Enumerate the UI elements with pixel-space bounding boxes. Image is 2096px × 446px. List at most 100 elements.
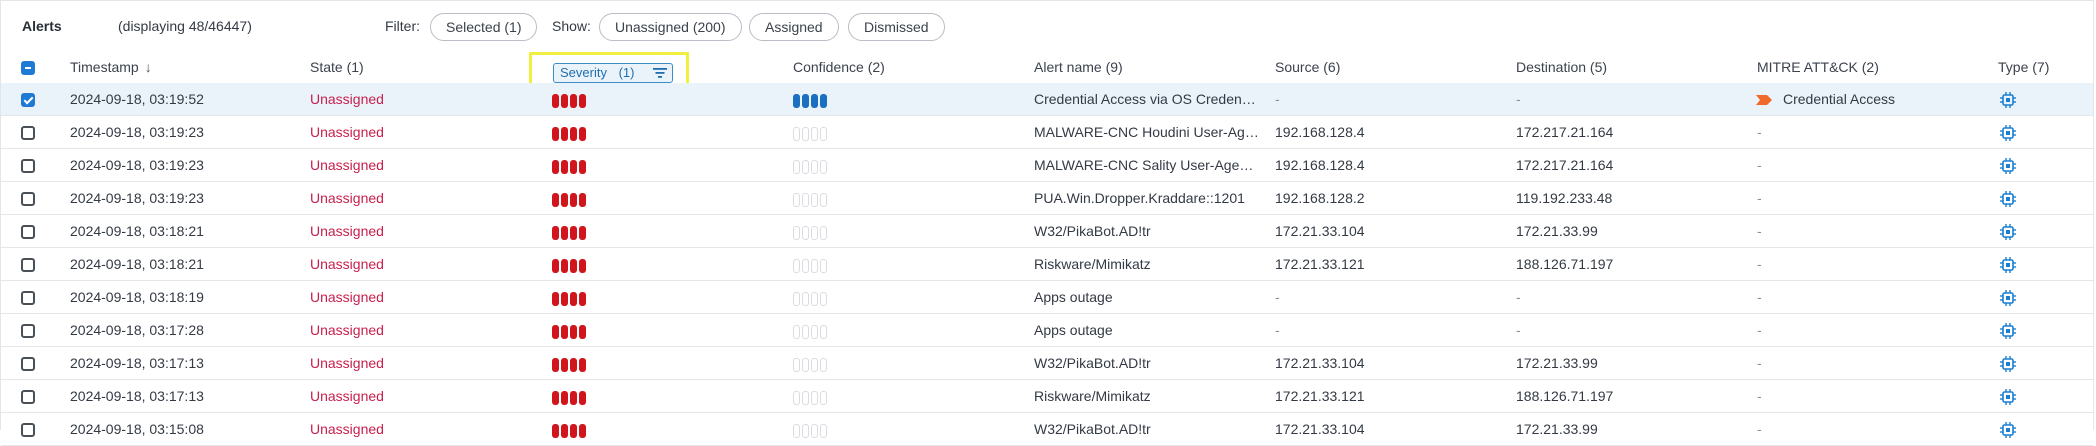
severity-indicator-bar <box>552 292 559 306</box>
cell-timestamp: 2024-09-18, 03:17:28 <box>70 322 204 338</box>
confidence-indicator-bar <box>820 160 827 174</box>
severity-indicator-bar <box>561 292 568 306</box>
severity-indicator <box>552 424 586 438</box>
row-checkbox[interactable] <box>21 225 35 239</box>
table-row[interactable]: 2024-09-18, 03:19:52 Unassigned Credential… <box>1 83 2093 116</box>
table-row[interactable]: 2024-09-18, 03:18:21 Unassigned W32/PikaBo… <box>1 215 2093 248</box>
cell-timestamp: 2024-09-18, 03:18:21 <box>70 256 204 272</box>
alerts-toolbar: Alerts (displaying 48/46447) Filter: Sel… <box>1 0 2093 53</box>
severity-indicator-bar <box>570 391 577 405</box>
table-row[interactable]: 2024-09-18, 03:17:28 Unassigned Apps outag… <box>1 314 2093 347</box>
row-checkbox[interactable] <box>21 192 35 206</box>
chip-icon[interactable] <box>1999 322 2017 340</box>
confidence-indicator-bar <box>811 226 818 240</box>
row-checkbox[interactable] <box>21 423 35 437</box>
chip-icon[interactable] <box>1999 124 2017 142</box>
table-row[interactable]: 2024-09-18, 03:19:23 Unassigned MALWARE-CN… <box>1 149 2093 182</box>
chip-icon[interactable] <box>1999 355 2017 373</box>
severity-indicator-bar <box>579 94 586 108</box>
select-all-checkbox[interactable] <box>21 61 35 75</box>
col-severity-filter-chip[interactable]: Severity (1) <box>553 63 673 83</box>
col-timestamp[interactable]: Timestamp ↓ <box>70 59 152 75</box>
severity-indicator-bar <box>579 292 586 306</box>
chip-icon[interactable] <box>1999 91 2017 109</box>
severity-indicator-bar <box>561 424 568 438</box>
cell-source: 172.21.33.104 <box>1275 355 1365 371</box>
cell-timestamp: 2024-09-18, 03:18:19 <box>70 289 204 305</box>
show-dismissed-pill[interactable]: Dismissed <box>848 13 945 41</box>
cell-mitre: - <box>1757 190 1762 206</box>
cell-destination: 188.126.71.197 <box>1516 256 1614 272</box>
cell-source: - <box>1275 91 1280 107</box>
chip-icon[interactable] <box>1999 157 2017 175</box>
severity-indicator-bar <box>561 358 568 372</box>
confidence-indicator-bar <box>802 94 809 108</box>
confidence-indicator <box>793 259 827 273</box>
cell-destination: 172.217.21.164 <box>1516 157 1614 173</box>
severity-indicator-bar <box>570 160 577 174</box>
severity-indicator <box>552 94 586 108</box>
col-mitre[interactable]: MITRE ATT&CK (2) <box>1757 59 1879 75</box>
table-row[interactable]: 2024-09-18, 03:19:23 Unassigned MALWARE-CN… <box>1 116 2093 149</box>
cell-mitre: - <box>1757 388 1762 404</box>
severity-indicator-bar <box>552 424 559 438</box>
col-confidence[interactable]: Confidence (2) <box>793 59 885 75</box>
chip-icon[interactable] <box>1999 421 2017 439</box>
col-alert-name[interactable]: Alert name (9) <box>1034 59 1123 75</box>
cell-state: Unassigned <box>310 223 384 239</box>
chip-icon[interactable] <box>1999 388 2017 406</box>
confidence-indicator-bar <box>820 94 827 108</box>
table-row[interactable]: 2024-09-18, 03:18:19 Unassigned Apps outag… <box>1 281 2093 314</box>
col-type[interactable]: Type (7) <box>1998 59 2049 75</box>
row-checkbox[interactable] <box>21 357 35 371</box>
chip-icon[interactable] <box>1999 190 2017 208</box>
row-checkbox[interactable] <box>21 324 35 338</box>
filter-icon <box>653 68 667 78</box>
row-checkbox[interactable] <box>21 93 35 107</box>
cell-mitre: - <box>1757 256 1762 272</box>
chip-icon[interactable] <box>1999 289 2017 307</box>
row-checkbox[interactable] <box>21 258 35 272</box>
cell-mitre: - <box>1757 289 1762 305</box>
confidence-indicator-bar <box>811 424 818 438</box>
severity-indicator <box>552 391 586 405</box>
row-checkbox[interactable] <box>21 126 35 140</box>
confidence-indicator-bar <box>793 226 800 240</box>
confidence-indicator-bar <box>793 424 800 438</box>
row-checkbox[interactable] <box>21 159 35 173</box>
chip-icon[interactable] <box>1999 223 2017 241</box>
severity-indicator-bar <box>552 127 559 141</box>
col-state[interactable]: State (1) <box>310 59 364 75</box>
chip-icon[interactable] <box>1999 256 2017 274</box>
col-source[interactable]: Source (6) <box>1275 59 1340 75</box>
cell-state: Unassigned <box>310 322 384 338</box>
cell-alert-name: Apps outage <box>1034 289 1113 305</box>
cell-state: Unassigned <box>310 421 384 437</box>
cell-mitre: Credential Access <box>1783 91 1896 107</box>
severity-indicator <box>552 325 586 339</box>
confidence-indicator <box>793 127 827 141</box>
table-row[interactable]: 2024-09-18, 03:17:13 Unassigned Riskware/M… <box>1 380 2093 413</box>
severity-indicator-bar <box>552 94 559 108</box>
confidence-indicator-bar <box>811 127 818 141</box>
confidence-indicator-bar <box>811 358 818 372</box>
table-row[interactable]: 2024-09-18, 03:18:21 Unassigned Riskware/M… <box>1 248 2093 281</box>
row-checkbox[interactable] <box>21 390 35 404</box>
row-checkbox[interactable] <box>21 291 35 305</box>
confidence-indicator-bar <box>802 259 809 273</box>
severity-indicator-bar <box>570 226 577 240</box>
confidence-indicator-bar <box>802 358 809 372</box>
show-unassigned-pill[interactable]: Unassigned (200) <box>599 13 742 41</box>
confidence-indicator <box>793 292 827 306</box>
cell-mitre: - <box>1757 322 1762 338</box>
table-row[interactable]: 2024-09-18, 03:17:13 Unassigned W32/PikaBo… <box>1 347 2093 380</box>
filter-selected-pill[interactable]: Selected (1) <box>430 13 538 41</box>
confidence-indicator <box>793 391 827 405</box>
col-destination[interactable]: Destination (5) <box>1516 59 1607 75</box>
table-row[interactable]: 2024-09-18, 03:19:23 Unassigned PUA.Win.Dr… <box>1 182 2093 215</box>
confidence-indicator-bar <box>820 193 827 207</box>
show-assigned-pill[interactable]: Assigned <box>749 13 839 41</box>
cell-source: - <box>1275 322 1280 338</box>
severity-indicator-bar <box>561 226 568 240</box>
severity-indicator-bar <box>570 292 577 306</box>
